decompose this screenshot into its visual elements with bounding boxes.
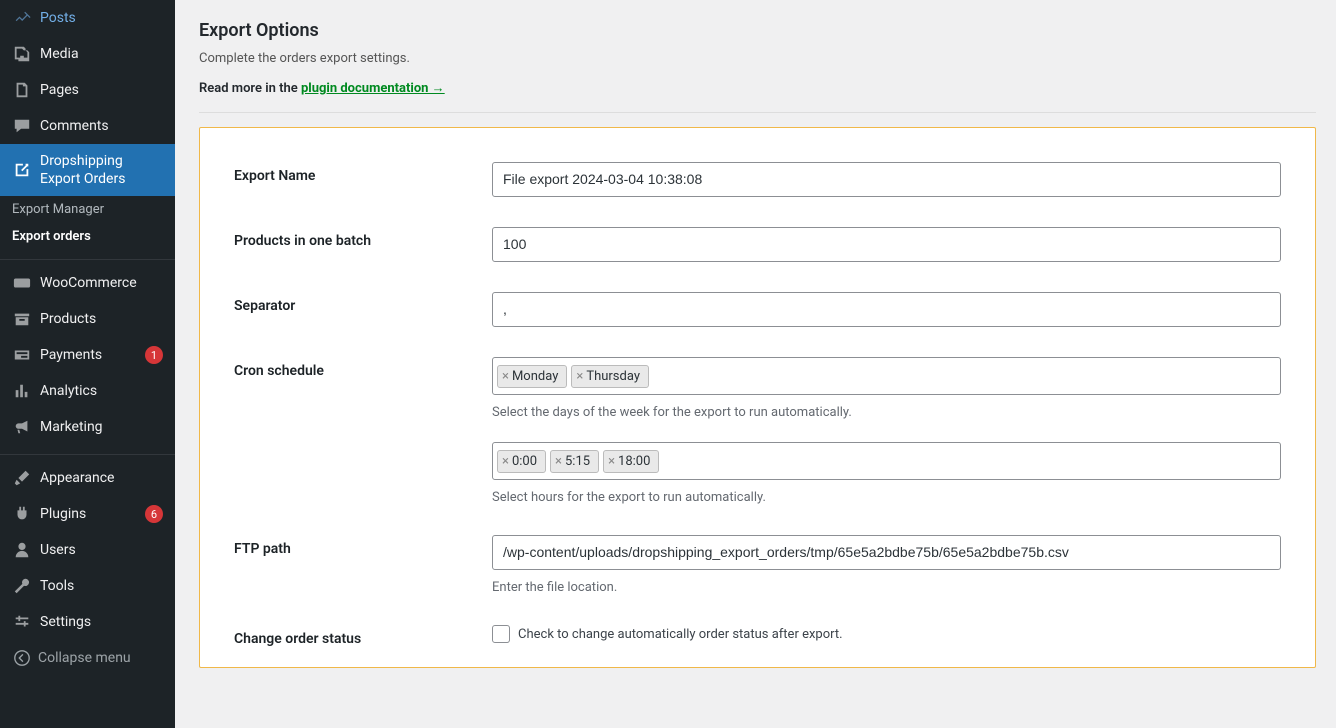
- doc-line: Read more in the plugin documentation →: [199, 80, 1316, 96]
- separator-input[interactable]: [492, 292, 1281, 327]
- page-description: Complete the orders export settings.: [199, 51, 1316, 66]
- sidebar-item-dropshipping-export-orders[interactable]: Dropshipping Export Orders: [0, 144, 175, 196]
- collapse-label: Collapse menu: [38, 650, 131, 666]
- sidebar-item-label: Tools: [40, 577, 163, 595]
- remove-tag-icon[interactable]: ×: [502, 369, 509, 384]
- pin-icon: [12, 8, 32, 28]
- sidebar-item-label: Appearance: [40, 469, 163, 487]
- cron-days-select[interactable]: ×Monday ×Thursday: [492, 357, 1281, 395]
- sidebar-sub-export-manager[interactable]: Export Manager: [0, 196, 175, 223]
- sidebar-item-woocommerce[interactable]: WooCommerce: [0, 265, 175, 301]
- cron-day-tag: ×Thursday: [571, 365, 649, 388]
- plug-icon: [12, 504, 32, 524]
- sidebar-item-label: WooCommerce: [40, 274, 163, 292]
- payments-icon: [12, 345, 32, 365]
- cron-hour-tag: ×5:15: [550, 450, 599, 473]
- megaphone-icon: [12, 417, 32, 437]
- change-status-checkbox[interactable]: [492, 625, 510, 643]
- sidebar-item-comments[interactable]: Comments: [0, 108, 175, 144]
- divider: [199, 112, 1316, 113]
- cron-day-tag: ×Monday: [497, 365, 567, 388]
- cron-label: Cron schedule: [234, 357, 492, 420]
- sidebar-item-label: Comments: [40, 117, 163, 135]
- sidebar-item-label: Media: [40, 45, 163, 63]
- brush-icon: [12, 468, 32, 488]
- page-icon: [12, 80, 32, 100]
- cron-hours-select[interactable]: ×0:00 ×5:15 ×18:00: [492, 442, 1281, 480]
- remove-tag-icon[interactable]: ×: [576, 369, 583, 384]
- sidebar-sub-export-orders[interactable]: Export orders: [0, 223, 175, 250]
- wrench-icon: [12, 576, 32, 596]
- cron-days-help: Select the days of the week for the expo…: [492, 405, 1281, 420]
- remove-tag-icon[interactable]: ×: [608, 454, 615, 469]
- sidebar-item-posts[interactable]: Posts: [0, 0, 175, 36]
- ftp-path-help: Enter the file location.: [492, 580, 1281, 595]
- batch-input[interactable]: [492, 227, 1281, 262]
- remove-tag-icon[interactable]: ×: [555, 454, 562, 469]
- archive-icon: [12, 309, 32, 329]
- sidebar-item-label: Payments: [40, 346, 141, 364]
- sidebar-item-label: Marketing: [40, 418, 163, 436]
- sidebar-item-products[interactable]: Products: [0, 301, 175, 337]
- analytics-icon: [12, 381, 32, 401]
- sidebar-item-label: Posts: [40, 9, 163, 27]
- sidebar-badge: 1: [145, 346, 163, 364]
- sidebar-separator: [0, 255, 175, 260]
- sidebar-item-pages[interactable]: Pages: [0, 72, 175, 108]
- batch-label: Products in one batch: [234, 227, 492, 262]
- sidebar-item-label: Pages: [40, 81, 163, 99]
- main-content: Export Options Complete the orders expor…: [175, 0, 1336, 728]
- sidebar-item-tools[interactable]: Tools: [0, 568, 175, 604]
- change-status-label: Change order status: [234, 625, 492, 647]
- user-icon: [12, 540, 32, 560]
- sidebar-item-label: Plugins: [40, 505, 141, 523]
- collapse-icon: [12, 648, 32, 668]
- cron-hours-help: Select hours for the export to run autom…: [492, 490, 1281, 505]
- export-name-input[interactable]: [492, 162, 1281, 197]
- separator-label: Separator: [234, 292, 492, 327]
- sidebar-item-settings[interactable]: Settings: [0, 604, 175, 640]
- sliders-icon: [12, 612, 32, 632]
- doc-prefix: Read more in the: [199, 81, 301, 96]
- collapse-menu[interactable]: Collapse menu: [0, 640, 175, 676]
- admin-sidebar: Posts Media Pages Comments Dropshipping …: [0, 0, 175, 728]
- sidebar-separator: [0, 450, 175, 455]
- sidebar-item-label: Products: [40, 310, 163, 328]
- page-title: Export Options: [199, 20, 1316, 41]
- sidebar-item-label: Analytics: [40, 382, 163, 400]
- cron-hour-tag: ×18:00: [603, 450, 659, 473]
- sidebar-badge: 6: [145, 505, 163, 523]
- sidebar-item-plugins[interactable]: Plugins 6: [0, 496, 175, 532]
- cron-hour-tag: ×0:00: [497, 450, 546, 473]
- sidebar-item-label: Settings: [40, 613, 163, 631]
- plugin-documentation-link[interactable]: plugin documentation →: [301, 81, 445, 96]
- ftp-path-input[interactable]: [492, 535, 1281, 570]
- sidebar-item-payments[interactable]: Payments 1: [0, 337, 175, 373]
- sidebar-item-marketing[interactable]: Marketing: [0, 409, 175, 445]
- remove-tag-icon[interactable]: ×: [502, 454, 509, 469]
- sidebar-item-label: Dropshipping Export Orders: [40, 152, 163, 188]
- sidebar-item-label: Users: [40, 541, 163, 559]
- sidebar-item-appearance[interactable]: Appearance: [0, 460, 175, 496]
- change-status-check-label: Check to change automatically order stat…: [518, 627, 843, 642]
- export-name-label: Export Name: [234, 162, 492, 197]
- export-options-panel: Export Name Products in one batch Separa…: [199, 127, 1316, 668]
- woo-icon: [12, 273, 32, 293]
- share-icon: [12, 160, 32, 180]
- media-icon: [12, 44, 32, 64]
- sidebar-item-analytics[interactable]: Analytics: [0, 373, 175, 409]
- sidebar-item-media[interactable]: Media: [0, 36, 175, 72]
- ftp-path-label: FTP path: [234, 535, 492, 595]
- comment-icon: [12, 116, 32, 136]
- sidebar-item-users[interactable]: Users: [0, 532, 175, 568]
